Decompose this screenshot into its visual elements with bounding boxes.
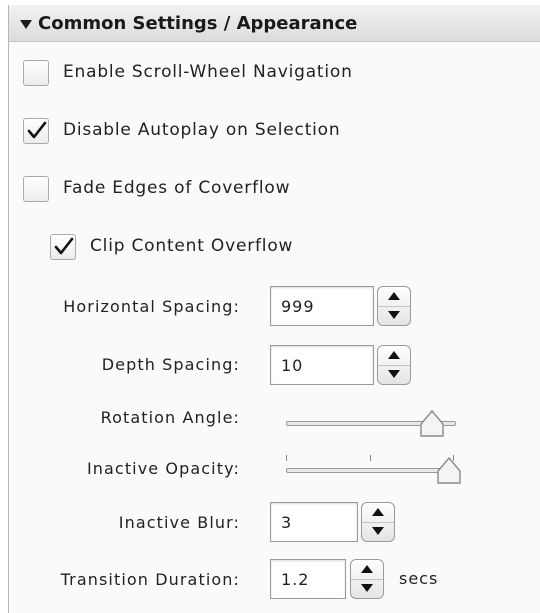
- depth-spacing-input[interactable]: [270, 345, 374, 385]
- autoplay-checkbox[interactable]: [23, 118, 49, 144]
- scroll-wheel-label: Enable Scroll-Wheel Navigation: [63, 62, 353, 82]
- horizontal-spacing-decrement[interactable]: [378, 306, 410, 325]
- transition-duration-decrement[interactable]: [351, 579, 383, 598]
- fade-edges-label: Fade Edges of Coverflow: [63, 178, 291, 198]
- transition-duration-label: Transition Duration:: [60, 570, 240, 589]
- inactive-blur-input[interactable]: [270, 502, 358, 542]
- horizontal-spacing-stepper[interactable]: [377, 286, 411, 326]
- scroll-wheel-checkbox[interactable]: [23, 60, 49, 86]
- checkbox-row-clip-content[interactable]: Clip Content Overflow: [50, 234, 450, 262]
- horizontal-spacing-increment[interactable]: [378, 287, 410, 307]
- rotation-angle-slider[interactable]: [286, 408, 456, 438]
- depth-spacing-label: Depth Spacing:: [101, 355, 240, 374]
- checkbox-row-scroll-wheel[interactable]: Enable Scroll-Wheel Navigation: [23, 60, 443, 88]
- clip-content-label: Clip Content Overflow: [90, 236, 294, 256]
- inactive-opacity-slider[interactable]: [286, 455, 461, 485]
- transition-duration-increment[interactable]: [351, 560, 383, 580]
- checkmark-icon: [27, 121, 47, 139]
- slider-thumb-icon[interactable]: [420, 410, 444, 438]
- arrow-up-icon: [388, 351, 400, 359]
- autoplay-label: Disable Autoplay on Selection: [63, 120, 341, 140]
- arrow-down-icon: [361, 584, 373, 592]
- clip-content-checkbox[interactable]: [50, 234, 76, 260]
- arrow-up-icon: [388, 292, 400, 300]
- slider-tick: [286, 455, 287, 461]
- transition-duration-unit: secs: [399, 569, 439, 588]
- checkmark-icon: [54, 237, 74, 255]
- arrow-down-icon: [388, 311, 400, 319]
- checkbox-row-fade-edges[interactable]: Fade Edges of Coverflow: [23, 176, 443, 204]
- rotation-angle-label: Rotation Angle:: [100, 408, 240, 427]
- inactive-blur-decrement[interactable]: [362, 522, 394, 541]
- depth-spacing-stepper[interactable]: [377, 345, 411, 385]
- depth-spacing-decrement[interactable]: [378, 365, 410, 384]
- fade-edges-checkbox[interactable]: [23, 176, 49, 202]
- slider-track: [286, 468, 456, 473]
- horizontal-spacing-label: Horizontal Spacing:: [63, 297, 240, 316]
- section-header[interactable]: Common Settings / Appearance: [8, 5, 540, 42]
- arrow-up-icon: [372, 508, 384, 516]
- inactive-blur-stepper[interactable]: [361, 502, 395, 542]
- horizontal-spacing-input[interactable]: [270, 286, 374, 326]
- arrow-down-icon: [372, 527, 384, 535]
- inactive-opacity-label: Inactive Opacity:: [86, 459, 240, 478]
- transition-duration-input[interactable]: [270, 559, 346, 599]
- checkbox-row-autoplay[interactable]: Disable Autoplay on Selection: [23, 118, 443, 146]
- transition-duration-stepper[interactable]: [350, 559, 384, 599]
- inactive-blur-label: Inactive Blur:: [118, 513, 240, 532]
- arrow-down-icon: [388, 370, 400, 378]
- depth-spacing-increment[interactable]: [378, 346, 410, 366]
- disclosure-triangle-icon[interactable]: [20, 20, 32, 29]
- slider-thumb-icon[interactable]: [437, 457, 461, 485]
- slider-tick: [370, 455, 371, 461]
- section-title: Common Settings / Appearance: [38, 13, 358, 34]
- inactive-blur-increment[interactable]: [362, 503, 394, 523]
- arrow-up-icon: [361, 565, 373, 573]
